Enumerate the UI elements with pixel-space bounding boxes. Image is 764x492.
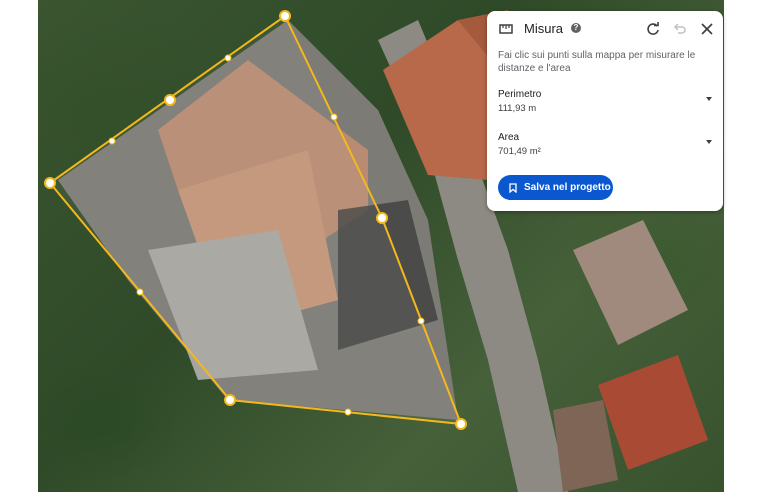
panel-header: Misura ? (487, 11, 723, 47)
instructions-text: Fai clic sui punti sulla mappa per misur… (498, 50, 696, 74)
close-icon (701, 23, 713, 35)
vertex-handle[interactable] (455, 418, 467, 430)
midpoint-handle[interactable] (417, 317, 425, 325)
neighbour-roof-4 (598, 355, 708, 470)
perimeter-row[interactable]: Perimetro 111,93 m (498, 89, 712, 119)
help-icon[interactable]: ? (571, 23, 581, 33)
save-to-project-button[interactable]: Salva nel progetto (498, 175, 613, 200)
area-label: Area (498, 132, 520, 143)
save-button-label: Salva nel progetto (524, 182, 611, 193)
redo-icon (647, 22, 659, 35)
vertex-handle[interactable] (224, 394, 236, 406)
midpoint-handle[interactable] (136, 288, 144, 296)
chevron-down-icon[interactable] (706, 140, 712, 144)
midpoint-handle[interactable] (330, 113, 338, 121)
midpoint-handle[interactable] (224, 54, 232, 62)
vertex-handle[interactable] (44, 177, 56, 189)
panel-title: Misura (524, 21, 564, 36)
ruler-icon (499, 24, 513, 34)
bookmark-icon (509, 182, 517, 193)
undo-button[interactable] (671, 20, 689, 38)
area-value: 701,49 m² (498, 146, 541, 157)
undo-icon (673, 23, 686, 34)
perimeter-value: 111,93 m (498, 103, 537, 114)
redo-button[interactable] (644, 20, 662, 38)
measure-panel: Misura ? Fai clic sui punti sulla mappa … (487, 11, 723, 211)
area-row[interactable]: Area 701,49 m² (498, 132, 712, 162)
vertex-handle[interactable] (376, 212, 388, 224)
midpoint-handle[interactable] (344, 408, 352, 416)
vertex-handle[interactable] (279, 10, 291, 22)
chevron-down-icon[interactable] (706, 97, 712, 101)
midpoint-handle[interactable] (108, 137, 116, 145)
vertex-handle[interactable] (164, 94, 176, 106)
close-button[interactable] (698, 20, 716, 38)
perimeter-label: Perimetro (498, 89, 542, 100)
neighbour-roof-3 (573, 220, 688, 345)
